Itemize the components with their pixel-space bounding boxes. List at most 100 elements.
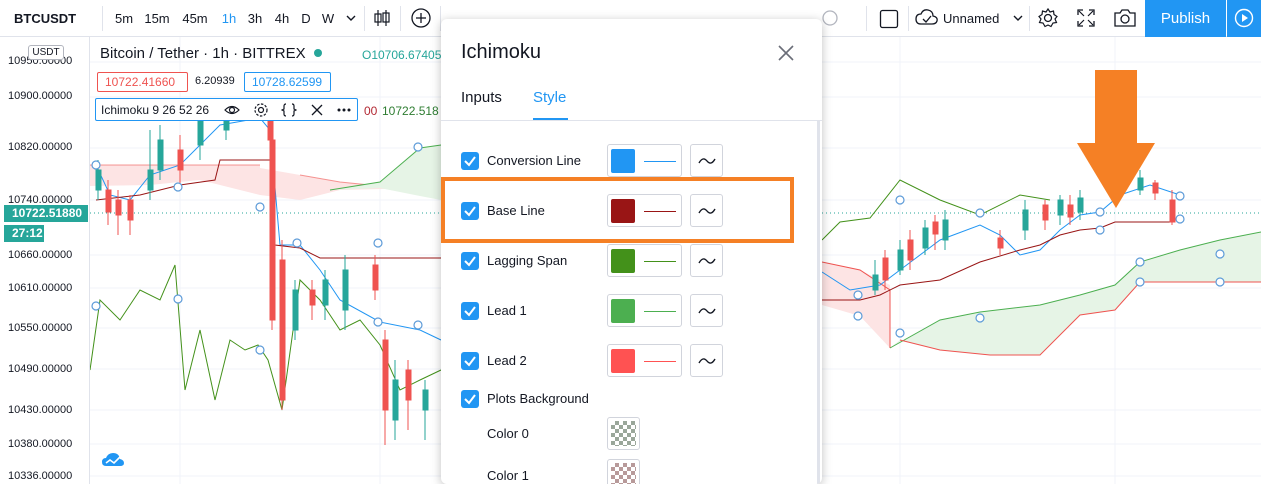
plot-row-conversion-line: Conversion Line	[441, 143, 811, 179]
toolbar-divider	[908, 6, 909, 31]
price-axis[interactable]: 10950.00000 10900.00000 10820.00000 1074…	[0, 37, 90, 484]
more-icon[interactable]	[336, 102, 352, 118]
interval-5m[interactable]: 5m	[112, 0, 136, 37]
check-icon	[464, 356, 476, 367]
price-label: 10550.00000	[8, 322, 73, 334]
plot-row-lead-2: Lead 2	[441, 343, 811, 379]
plot-label: Lead 2	[487, 353, 527, 368]
interval-w[interactable]: W	[320, 0, 336, 37]
interval-1h[interactable]: 1h	[220, 0, 238, 37]
conversion-line-checkbox[interactable]	[461, 152, 479, 170]
plots-background-row: Plots Background	[441, 381, 811, 417]
buy-price-box[interactable]: 10728.62599	[244, 72, 331, 92]
tab-inputs[interactable]: Inputs	[461, 89, 502, 106]
lead-2-color-picker[interactable]	[607, 344, 682, 377]
study-value-base: 00	[364, 104, 378, 118]
toolbar-divider	[364, 6, 365, 31]
close-icon[interactable]	[309, 102, 325, 118]
color-swatch	[611, 249, 635, 273]
cloud-save-icon[interactable]	[915, 8, 939, 28]
plot-row-lead-1: Lead 1	[441, 293, 811, 329]
currency-tag[interactable]: USDT	[28, 45, 64, 60]
lagging-span-plot-type-button[interactable]	[690, 244, 723, 277]
check-icon	[464, 394, 476, 405]
plot-label: Lead 1	[487, 303, 527, 318]
fullscreen-icon[interactable]	[1076, 8, 1096, 28]
ichimoku-study-legend[interactable]: Ichimoku 9 26 52 26	[95, 98, 358, 121]
interval-4h[interactable]: 4h	[273, 0, 291, 37]
play-icon	[1234, 8, 1254, 28]
toolbar-divider	[400, 6, 401, 31]
symbol-legend: Bitcoin / Tether · 1h · BITTREX	[100, 45, 328, 62]
check-icon	[464, 256, 476, 267]
lead-1-checkbox[interactable]	[461, 302, 479, 320]
line-wave-icon	[698, 258, 716, 264]
chevron-down-icon[interactable]	[1013, 14, 1023, 22]
interval-15m[interactable]: 15m	[143, 0, 171, 37]
line-style-preview	[644, 161, 676, 162]
color-swatch	[611, 299, 635, 323]
lead-2-checkbox[interactable]	[461, 352, 479, 370]
layout-name-button[interactable]: Unnamed	[943, 0, 1005, 37]
source-code-icon[interactable]	[281, 102, 297, 118]
lead-1-plot-type-button[interactable]	[690, 294, 723, 327]
candles-icon[interactable]	[372, 8, 392, 28]
chevron-down-icon[interactable]	[346, 14, 356, 22]
camera-icon[interactable]	[1113, 8, 1137, 28]
close-icon[interactable]	[776, 43, 796, 63]
lead-2-plot-type-button[interactable]	[690, 344, 723, 377]
tradingview-logo-button[interactable]	[96, 445, 130, 475]
symbol-search-button[interactable]: BTCUSDT	[14, 0, 76, 37]
gear-icon[interactable]	[1037, 7, 1059, 29]
plot-label: Lagging Span	[487, 253, 568, 268]
publish-button[interactable]: Publish	[1145, 0, 1226, 37]
price-label: 10660.00000	[8, 249, 73, 261]
color-swatch	[611, 349, 635, 373]
fullscreen-square-icon[interactable]	[879, 9, 899, 29]
dialog-title: Ichimoku	[461, 41, 542, 63]
interval-d[interactable]: D	[299, 0, 313, 37]
toolbar-divider	[1029, 6, 1030, 31]
line-wave-icon	[698, 358, 716, 364]
price-label: 10610.00000	[8, 282, 73, 294]
color-1-label: Color 1	[487, 468, 529, 483]
line-style-preview	[644, 261, 676, 262]
alert-clock-icon[interactable]	[820, 8, 840, 28]
sell-price-box[interactable]: 10722.41660	[97, 72, 188, 92]
conversion-line-plot-type-button[interactable]	[690, 144, 723, 177]
lead-1-color-picker[interactable]	[607, 294, 682, 327]
conversion-line-color-picker[interactable]	[607, 144, 682, 177]
market-status-dot	[313, 49, 322, 57]
replay-button[interactable]	[1227, 0, 1261, 37]
color-swatch	[611, 149, 635, 173]
tab-style[interactable]: Style	[533, 89, 566, 106]
color-0-picker[interactable]	[607, 417, 640, 450]
toolbar-divider	[866, 6, 867, 31]
plots-background-checkbox[interactable]	[461, 390, 479, 408]
color-1-picker[interactable]	[607, 459, 640, 484]
cloud-logo-icon	[102, 453, 124, 466]
price-label: 10336.00000	[8, 470, 73, 482]
dialog-scrollbar[interactable]	[817, 121, 820, 484]
dialog-divider	[441, 120, 822, 121]
price-label: 10900.00000	[8, 90, 73, 102]
lagging-span-checkbox[interactable]	[461, 252, 479, 270]
color-0-label: Color 0	[487, 426, 529, 441]
gear-icon[interactable]	[253, 102, 269, 118]
lagging-span-color-picker[interactable]	[607, 244, 682, 277]
highlight-annotation-box	[441, 177, 794, 243]
interval-45m[interactable]: 45m	[181, 0, 209, 37]
ohlc-open-value: O10706.67405	[362, 48, 442, 62]
line-wave-icon	[698, 158, 716, 164]
study-label: Ichimoku 9 26 52 26	[101, 103, 210, 117]
line-wave-icon	[698, 308, 716, 314]
line-style-preview	[644, 311, 676, 312]
compare-add-icon[interactable]	[410, 7, 432, 29]
interval-3h[interactable]: 3h	[246, 0, 264, 37]
check-icon	[464, 156, 476, 167]
eye-icon[interactable]	[224, 102, 240, 118]
study-value-lagging: 10722.518	[382, 104, 439, 118]
ichimoku-settings-dialog: Ichimoku Inputs Style Conversion Line Ba…	[441, 19, 822, 484]
color-1-swatch	[611, 463, 636, 484]
price-label: 10430.00000	[8, 404, 73, 416]
